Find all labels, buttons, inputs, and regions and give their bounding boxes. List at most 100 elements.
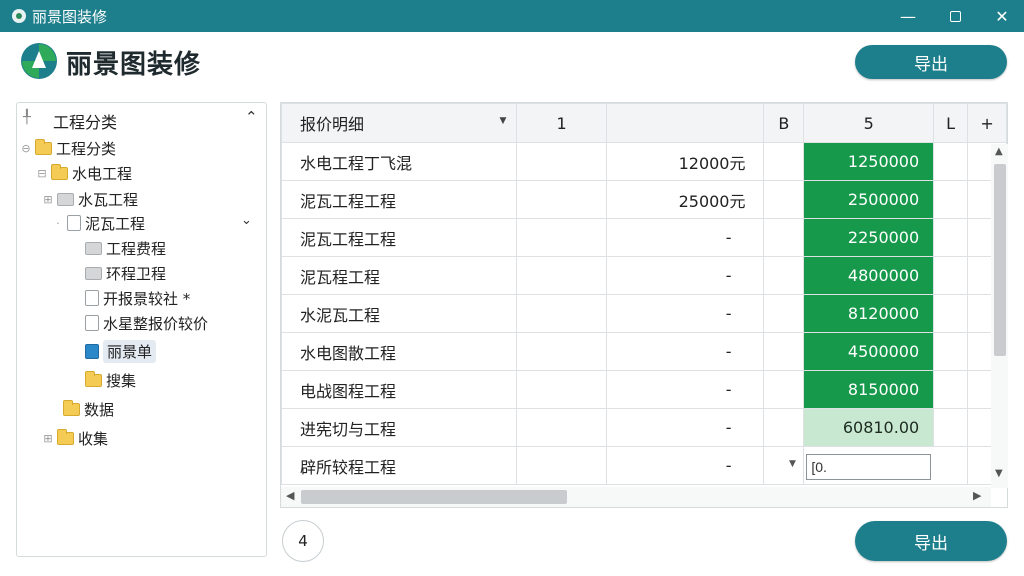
cell-amount[interactable]: - [605, 408, 765, 447]
tree-node-data[interactable]: 数据 [49, 397, 114, 421]
cell-item[interactable]: 水泥瓦工程 [280, 294, 518, 333]
cell-c3[interactable] [763, 256, 805, 295]
cell-empty[interactable] [933, 218, 969, 257]
tree-node-collect[interactable]: 搜集 [71, 368, 136, 392]
cell-amount[interactable]: 12000元 [605, 142, 765, 181]
column-header-item[interactable]: 报价明细 ▼ [280, 103, 518, 143]
close-button[interactable]: ✕ [982, 0, 1022, 32]
tree-node-gather[interactable]: ⊞ 收集 [43, 426, 108, 450]
cell-c3[interactable] [763, 218, 805, 257]
cell-c1[interactable] [516, 218, 607, 257]
cell-total[interactable]: 1250000 [803, 142, 935, 181]
expand-toggle-icon[interactable]: ⊞ [43, 432, 53, 445]
cell-total[interactable]: 8150000 [803, 370, 935, 409]
cell-c3[interactable] [763, 408, 805, 447]
cell-empty[interactable] [933, 256, 969, 295]
add-column-button[interactable]: + [967, 103, 1007, 143]
expand-toggle-icon[interactable]: ⊟ [37, 167, 47, 180]
horizontal-scroll-thumb[interactable] [301, 490, 567, 504]
cell-total[interactable]: 60810.00 [803, 408, 935, 447]
cell-c1[interactable] [516, 180, 607, 219]
column-header-1[interactable]: 1 [516, 103, 607, 143]
cell-item[interactable]: 水电图散工程 [280, 332, 518, 371]
cell-c3[interactable] [763, 142, 805, 181]
tree-node-env[interactable]: 环程卫程 [71, 261, 166, 285]
cell-total[interactable]: 4800000 [803, 256, 935, 295]
table-row[interactable]: 泥瓦工程工程 25000元 2500000 [280, 180, 1007, 219]
table-row[interactable]: 水电图散工程 - 4500000 [280, 332, 1007, 371]
cell-c1[interactable] [516, 256, 607, 295]
cell-c1[interactable] [516, 294, 607, 333]
tree-node-cost[interactable]: 工程费程 [71, 236, 166, 260]
table-row[interactable]: 辟所较程工程 - [280, 446, 1007, 485]
cell-amount[interactable]: - [605, 370, 765, 409]
table-row[interactable]: 进宪切与工程 - 60810.00 [280, 408, 1007, 447]
tree-node-plumbing[interactable]: ⊟ 水电工程 [37, 161, 132, 185]
expand-toggle-icon[interactable]: · [53, 217, 63, 230]
scroll-down-icon[interactable]: ▼ [995, 468, 1003, 479]
cell-amount[interactable]: 25000元 [605, 180, 765, 219]
tree-node-tile[interactable]: ⊞ 水瓦工程 [43, 187, 138, 211]
cell-empty[interactable] [933, 332, 969, 371]
tree-node-quote-open[interactable]: 开报景较社 * [71, 286, 190, 310]
cell-amount[interactable]: - [605, 256, 765, 295]
cell-item[interactable]: 泥瓦工程工程 [280, 218, 518, 257]
cell-item[interactable]: 电战图程工程 [280, 370, 518, 409]
cell-c1[interactable] [516, 446, 607, 485]
table-row[interactable]: 水电工程丁飞混 12000元 1250000 [280, 142, 1007, 181]
cell-item[interactable]: 辟所较程工程 [280, 446, 518, 485]
cell-empty[interactable] [933, 294, 969, 333]
cell-total[interactable]: 4500000 [803, 332, 935, 371]
vertical-scroll-thumb[interactable] [994, 164, 1006, 356]
tree-node-selected[interactable]: 丽景单 [71, 339, 157, 363]
cell-c3[interactable] [763, 446, 805, 485]
cell-total[interactable]: 2500000 [803, 180, 935, 219]
tree-node-masonry[interactable]: · 泥瓦工程 ⌄ [53, 211, 252, 235]
column-header-l[interactable]: L [933, 103, 969, 143]
cell-amount[interactable]: - [605, 294, 765, 333]
cell-total[interactable]: 8120000 [803, 294, 935, 333]
cell-item[interactable]: 泥瓦程工程 [280, 256, 518, 295]
cell-c1[interactable] [516, 142, 607, 181]
cell-dropdown-icon[interactable]: ▼ [789, 459, 796, 469]
vertical-scrollbar[interactable]: ▲ ▼ [991, 144, 1008, 488]
cell-total[interactable]: 2250000 [803, 218, 935, 257]
column-header-total[interactable]: 5 [803, 103, 935, 143]
table-row[interactable]: 水泥瓦工程 - 8120000 [280, 294, 1007, 333]
maximize-button[interactable] [935, 0, 975, 32]
cell-item[interactable]: 进宪切与工程 [280, 408, 518, 447]
cell-empty[interactable] [933, 408, 969, 447]
expand-toggle-icon[interactable]: ⊞ [43, 193, 53, 206]
scroll-up-icon[interactable]: ▲ [995, 146, 1003, 157]
tree-node-root[interactable]: ⊖ 工程分类 [21, 136, 116, 160]
cell-item[interactable]: 水电工程丁飞混 [280, 142, 518, 181]
chevron-down-icon[interactable]: ⌄ [241, 213, 252, 228]
cell-c1[interactable] [516, 332, 607, 371]
cell-c1[interactable] [516, 408, 607, 447]
cell-item[interactable]: 泥瓦工程工程 [280, 180, 518, 219]
scroll-left-icon[interactable]: ◀ [286, 489, 294, 502]
column-header-amount[interactable] [605, 103, 765, 143]
table-row[interactable]: 电战图程工程 - 8150000 [280, 370, 1007, 409]
column-header-b[interactable]: B [763, 103, 805, 143]
page-number-button[interactable]: 4 [282, 520, 324, 562]
tree-header[interactable]: ╀ 工程分类 ⌃ [17, 103, 266, 133]
cell-editor[interactable] [803, 446, 969, 485]
cell-empty[interactable] [933, 370, 969, 409]
cell-c3[interactable] [763, 332, 805, 371]
horizontal-scrollbar[interactable]: ◀ ▶ [281, 487, 991, 507]
cell-c3[interactable] [763, 370, 805, 409]
table-row[interactable]: 泥瓦程工程 - 4800000 [280, 256, 1007, 295]
cell-amount[interactable]: - [605, 332, 765, 371]
table-row[interactable]: 泥瓦工程工程 - 2250000 [280, 218, 1007, 257]
cell-c3[interactable] [763, 180, 805, 219]
cell-edit-input[interactable] [806, 454, 932, 480]
cell-amount[interactable]: - [605, 446, 765, 485]
tree-node-quote-compare[interactable]: 水星整报价较价 [71, 311, 208, 335]
cell-empty[interactable] [933, 180, 969, 219]
collapse-up-icon[interactable]: ⌃ [245, 108, 258, 126]
export-button-bottom[interactable]: 导出 [855, 521, 1007, 561]
cell-c3[interactable] [763, 294, 805, 333]
export-button[interactable]: 导出 [855, 45, 1007, 79]
scroll-right-icon[interactable]: ▶ [973, 489, 981, 502]
